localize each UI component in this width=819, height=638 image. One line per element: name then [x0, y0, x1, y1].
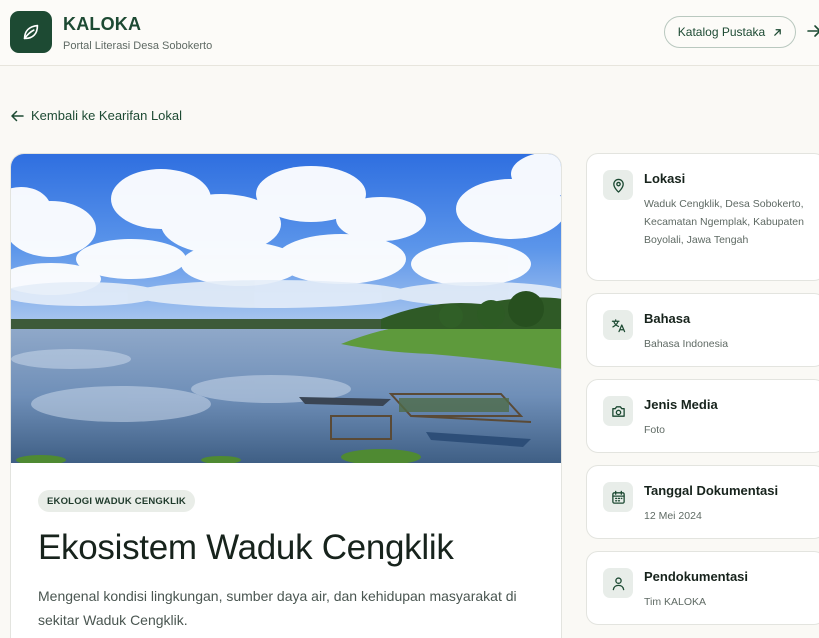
info-label-language: Bahasa [644, 311, 691, 326]
language-icon-wrap [603, 310, 633, 340]
back-link-label: Kembali ke Kearifan Lokal [31, 108, 183, 123]
calendar-icon [611, 490, 625, 504]
date-icon-wrap [603, 482, 633, 512]
category-badge: EKOLOGI WADUK CENGKLIK [38, 490, 195, 512]
documenter-icon-wrap [603, 568, 633, 598]
article-card: EKOLOGI WADUK CENGKLIK Ekosistem Waduk C… [10, 153, 562, 638]
brand-name[interactable]: KALOKA [63, 14, 141, 35]
camera-icon [611, 405, 625, 417]
info-card-language: Bahasa Bahasa Indonesia [586, 293, 819, 367]
article-description: Mengenal kondisi lingkungan, sumber daya… [38, 588, 517, 628]
hero-photo [11, 154, 561, 463]
arrow-right-icon[interactable] [806, 22, 819, 40]
brand-subtitle: Portal Literasi Desa Sobokerto [63, 40, 213, 52]
map-pin-icon [612, 178, 624, 193]
info-label-documenter: Pendokumentasi [644, 569, 749, 584]
info-card-location: Lokasi Waduk Cengklik, Desa Sobokerto, K… [586, 153, 819, 281]
info-label-date: Tanggal Dokumentasi [644, 483, 779, 498]
info-card-date: Tanggal Dokumentasi 12 Mei 2024 [586, 465, 819, 539]
info-card-media-type: Jenis Media Foto [586, 379, 819, 453]
leaf-icon [23, 24, 39, 40]
info-card-documenter: Pendokumentasi Tim KALOKA [586, 551, 819, 625]
arrow-left-icon [11, 110, 24, 121]
info-value-documenter: Tim KALOKA [644, 596, 707, 608]
media-icon-wrap [603, 396, 633, 426]
info-label-location: Lokasi [644, 171, 686, 186]
info-value-language: Bahasa Indonesia [644, 338, 729, 350]
back-link[interactable]: Kembali ke Kearifan Lokal [11, 108, 182, 123]
translate-icon [611, 318, 625, 332]
catalog-button[interactable]: Katalog Pustaka [664, 16, 796, 48]
catalog-button-label: Katalog Pustaka [677, 25, 766, 39]
info-value-media-type: Foto [644, 424, 666, 436]
site-header: KALOKA Portal Literasi Desa Sobokerto Ka… [0, 0, 819, 66]
article-title: Ekosistem Waduk Cengklik [38, 528, 454, 567]
info-label-media-type: Jenis Media [644, 397, 718, 412]
arrow-up-right-icon [774, 28, 782, 36]
info-value-location: Waduk Cengklik, Desa Sobokerto, Kecamata… [644, 198, 804, 246]
user-icon [612, 576, 624, 590]
location-icon-wrap [603, 170, 633, 200]
info-value-date: 12 Mei 2024 [644, 510, 702, 522]
brand-logo[interactable] [10, 11, 52, 53]
